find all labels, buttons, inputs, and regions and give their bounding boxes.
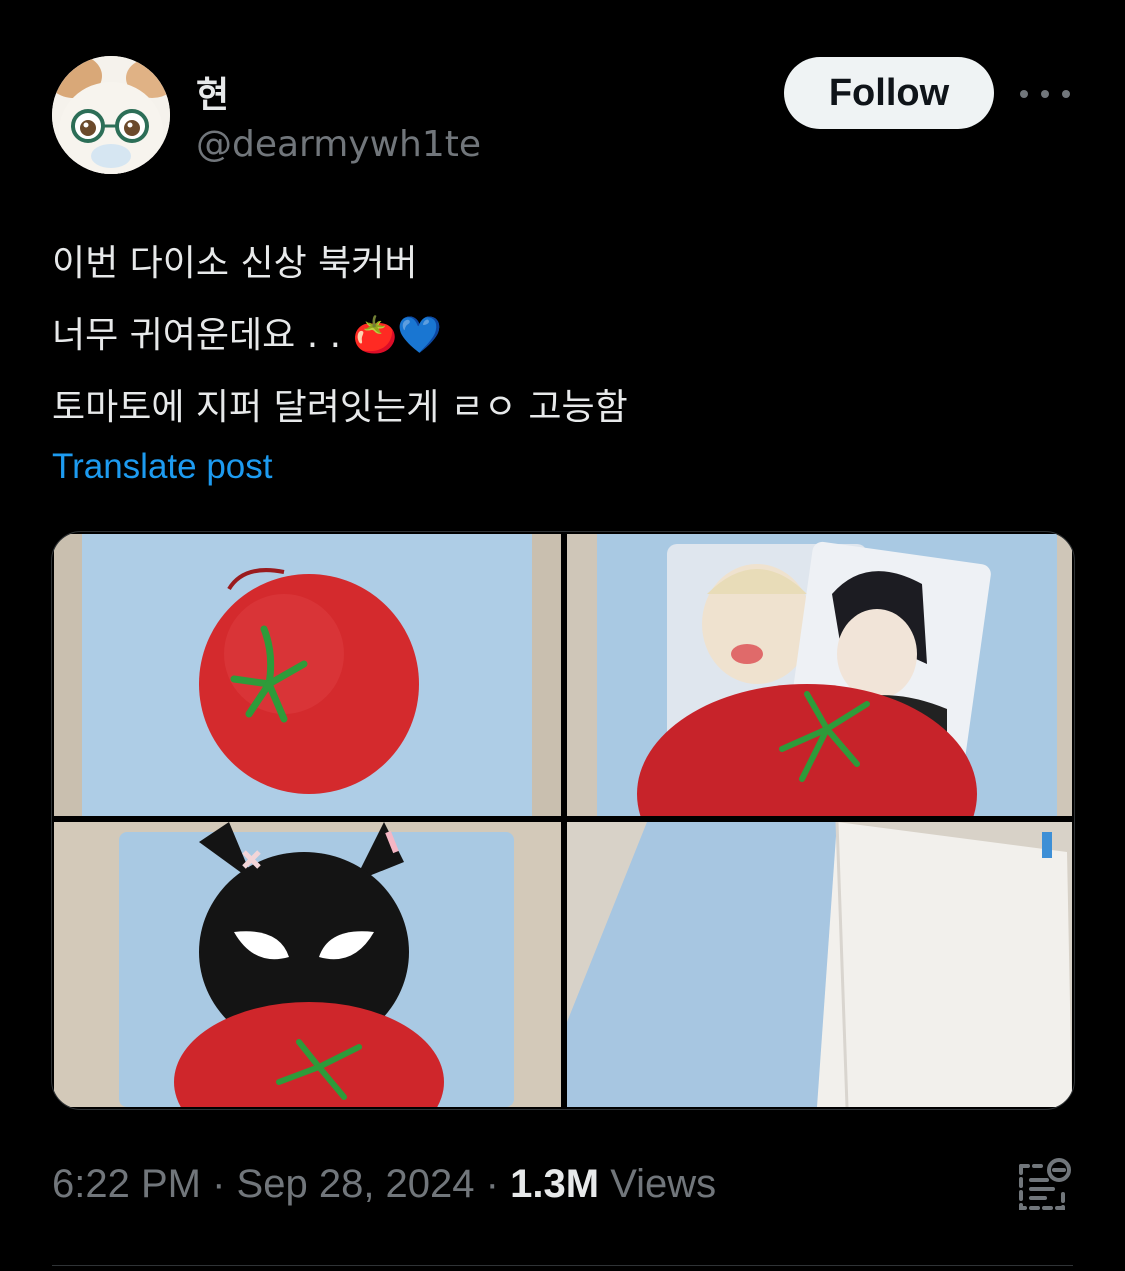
post-meta: 6:22 PM · Sep 28, 2024 · 1.3M Views bbox=[52, 1162, 716, 1207]
meta-separator: · bbox=[212, 1162, 226, 1206]
author-handle[interactable]: @dearmywh1te bbox=[196, 124, 481, 165]
dot bbox=[1020, 90, 1028, 98]
more-options-icon[interactable] bbox=[1020, 80, 1070, 108]
photo-1[interactable] bbox=[54, 534, 561, 816]
author-display-name[interactable]: 현 bbox=[196, 66, 229, 118]
bottom-divider bbox=[52, 1265, 1073, 1266]
author-avatar[interactable] bbox=[52, 56, 170, 174]
post-analytics-icon[interactable] bbox=[1015, 1156, 1073, 1214]
dot bbox=[1041, 90, 1049, 98]
photo-4[interactable] bbox=[567, 822, 1072, 1107]
post-date[interactable]: Sep 28, 2024 bbox=[237, 1162, 475, 1206]
post-line: 토마토에 지퍼 달려잇는게 ㄹㅇ 고능함 bbox=[52, 387, 628, 428]
dot bbox=[1062, 90, 1070, 98]
photo-2[interactable] bbox=[567, 534, 1072, 816]
post-text: 이번 다이소 신상 북커버 너무 귀여운데요 . . 🍅💙 토마토에 지퍼 달려… bbox=[52, 228, 628, 444]
translate-post-link[interactable]: Translate post bbox=[52, 447, 272, 487]
media-grid bbox=[51, 531, 1075, 1110]
photo-3[interactable] bbox=[54, 822, 561, 1107]
views-label: Views bbox=[610, 1162, 717, 1206]
avatar-icon bbox=[52, 56, 170, 174]
post-line: 이번 다이소 신상 북커버 bbox=[52, 243, 418, 284]
follow-button[interactable]: Follow bbox=[784, 57, 994, 129]
meta-separator: · bbox=[485, 1162, 499, 1206]
post-line: 너무 귀여운데요 . . 🍅💙 bbox=[52, 315, 443, 356]
views-count: 1.3M bbox=[510, 1162, 600, 1206]
post-time[interactable]: 6:22 PM bbox=[52, 1162, 201, 1206]
